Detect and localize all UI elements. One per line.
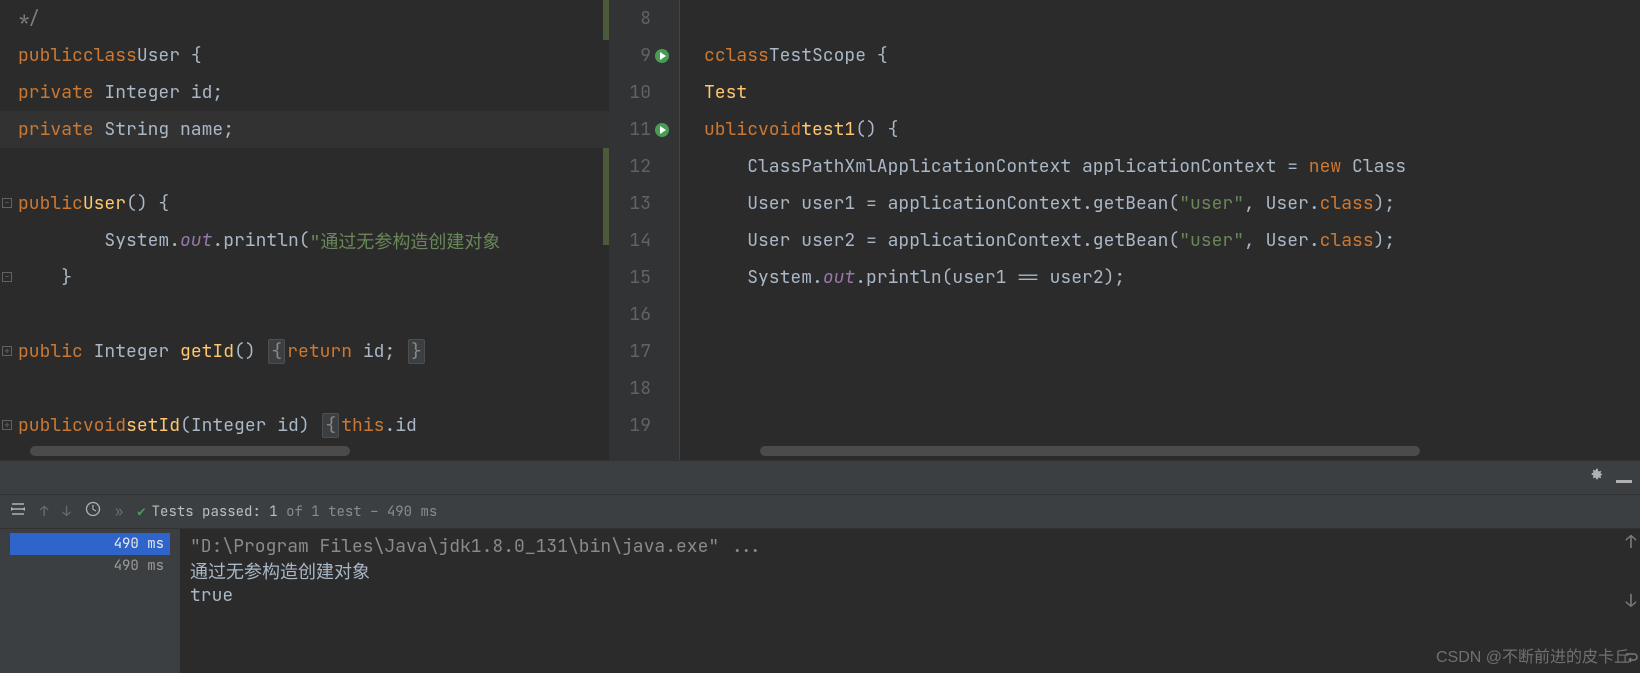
test-tree[interactable]: 490 ms 490 ms <box>0 529 180 673</box>
code-line[interactable] <box>0 296 609 333</box>
code-line[interactable]: public Integer getId() { return id; } <box>0 333 609 370</box>
code-line[interactable]: private String name; <box>0 111 609 148</box>
code-line[interactable] <box>0 148 609 185</box>
tests-passed-label: ✔ Tests passed: 1 of 1 test – 490 ms <box>137 503 437 521</box>
code-line[interactable]: Test <box>686 74 1640 111</box>
line-number[interactable]: 11 <box>610 111 679 148</box>
code-line[interactable] <box>686 0 1640 37</box>
test-node-selected[interactable]: 490 ms <box>10 533 170 555</box>
line-number[interactable]: 9 <box>610 37 679 74</box>
console-output[interactable]: "D:\Program Files\Java\jdk1.8.0_131\bin\… <box>180 529 1640 673</box>
code-line[interactable]: User user1 = applicationContext.getBean(… <box>686 185 1640 222</box>
code-line[interactable]: c class TestScope { <box>686 37 1640 74</box>
gear-icon[interactable] <box>1588 466 1604 489</box>
scroll-down-icon[interactable]: ↓ <box>1626 590 1637 613</box>
line-number[interactable]: 14 <box>610 222 679 259</box>
code-line[interactable]: } <box>0 259 609 296</box>
code-line[interactable] <box>686 370 1640 407</box>
minimize-icon[interactable] <box>1616 466 1632 489</box>
code-line[interactable]: public User() { <box>0 185 609 222</box>
line-number[interactable]: 16 <box>610 296 679 333</box>
code-line[interactable]: */ <box>0 0 609 37</box>
console-line: true <box>190 584 1630 607</box>
code-line[interactable]: public class User { <box>0 37 609 74</box>
check-icon: ✔ <box>137 503 145 521</box>
run-tool-window: ↑ ↓ » ✔ Tests passed: 1 of 1 test – 490 … <box>0 460 1640 673</box>
editor-right-pane[interactable]: c class TestScope {Testublic void test1(… <box>680 0 1640 460</box>
code-line[interactable]: public void setId(Integer id) { this.id <box>0 407 609 444</box>
prev-test-icon[interactable]: ↑ <box>40 503 48 521</box>
next-test-icon[interactable]: ↓ <box>62 503 70 521</box>
run-gutter-icon[interactable] <box>651 122 673 138</box>
code-line[interactable] <box>686 333 1640 370</box>
line-number[interactable]: 8 <box>610 0 679 37</box>
code-line[interactable] <box>686 296 1640 333</box>
line-number[interactable]: 10 <box>610 74 679 111</box>
scroll-up-icon[interactable]: ↑ <box>1626 531 1637 554</box>
watermark-text: CSDN @不断前进的皮卡丘 <box>1436 643 1630 667</box>
line-number-gutter[interactable]: 8910111213141516171819 <box>610 0 680 460</box>
horizontal-scrollbar[interactable] <box>760 446 1420 456</box>
line-number[interactable]: 18 <box>610 370 679 407</box>
console-line: 通过无参构造创建对象 <box>190 558 1630 584</box>
horizontal-scrollbar[interactable] <box>30 446 350 456</box>
code-line[interactable]: System.out.println("通过无参构造创建对象 <box>0 222 609 259</box>
editor-left-pane[interactable]: −−++ */public class User { private Integ… <box>0 0 610 460</box>
expand-icon[interactable]: » <box>115 503 123 521</box>
line-number[interactable]: 15 <box>610 259 679 296</box>
code-line[interactable]: private Integer id; <box>0 74 609 111</box>
line-number[interactable]: 17 <box>610 333 679 370</box>
test-toolbar: ↑ ↓ » ✔ Tests passed: 1 of 1 test – 490 … <box>0 495 1640 529</box>
line-number[interactable]: 13 <box>610 185 679 222</box>
code-line[interactable] <box>686 407 1640 444</box>
code-line[interactable]: User user2 = applicationContext.getBean(… <box>686 222 1640 259</box>
code-line[interactable]: ublic void test1() { <box>686 111 1640 148</box>
test-history-icon[interactable] <box>85 501 101 522</box>
console-line: "D:\Program Files\Java\jdk1.8.0_131\bin\… <box>190 535 1630 558</box>
code-line[interactable]: System.out.println(user1 == user2); <box>686 259 1640 296</box>
tool-window-header <box>0 461 1640 495</box>
code-line[interactable]: ClassPathXmlApplicationContext applicati… <box>686 148 1640 185</box>
test-node[interactable]: 490 ms <box>10 555 170 577</box>
line-number[interactable]: 19 <box>610 407 679 444</box>
run-gutter-icon[interactable] <box>651 48 673 64</box>
collapse-all-icon[interactable] <box>10 502 26 521</box>
line-number[interactable]: 12 <box>610 148 679 185</box>
code-line[interactable] <box>0 370 609 407</box>
